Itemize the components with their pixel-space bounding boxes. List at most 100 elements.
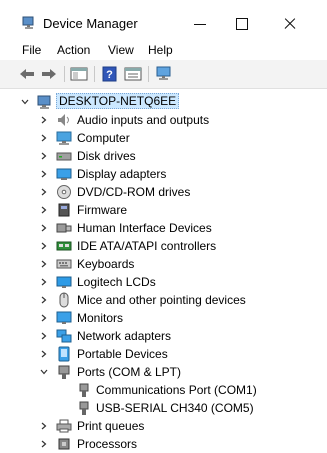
tree-item-label: Disk drives	[77, 149, 136, 163]
ide-controller-icon	[56, 238, 72, 254]
port-icon	[56, 364, 72, 380]
chevron-right-icon[interactable]	[40, 170, 48, 178]
tree-item-label: Monitors	[77, 311, 124, 325]
tree-item-dvd[interactable]: DVD/CD-ROM drives	[0, 183, 327, 201]
tree-item-logitech[interactable]: Logitech LCDs	[0, 273, 327, 291]
tree-item-audio[interactable]: Audio inputs and outputs	[0, 111, 327, 129]
menu-file[interactable]: File	[22, 43, 41, 57]
tree-item-keyboards[interactable]: Keyboards	[0, 255, 327, 273]
tree-root[interactable]: DESKTOP-NETQ6EE	[0, 93, 327, 111]
tree-item-label: USB-SERIAL CH340 (COM5)	[96, 401, 254, 415]
chevron-right-icon[interactable]	[40, 134, 48, 142]
tree-item-label: Portable Devices	[77, 347, 168, 361]
computer-name-label: DESKTOP-NETQ6EE	[56, 93, 180, 109]
toolbar-separator	[148, 66, 149, 82]
chevron-right-icon[interactable]	[40, 206, 48, 214]
dvd-drive-icon	[56, 184, 72, 200]
scan-hardware-changes-icon[interactable]	[155, 66, 173, 82]
lcd-monitor-icon	[56, 274, 72, 290]
chevron-right-icon[interactable]	[40, 350, 48, 358]
tree-item-label: Mice and other pointing devices	[77, 293, 246, 307]
menu-help[interactable]: Help	[148, 43, 173, 57]
chevron-right-icon[interactable]	[40, 152, 48, 160]
title-bar: Device Manager	[0, 0, 327, 38]
tree-item-print-queues[interactable]: Print queues	[0, 417, 327, 435]
chevron-right-icon[interactable]	[40, 242, 48, 250]
chevron-right-icon[interactable]	[40, 260, 48, 268]
monitor-icon	[56, 310, 72, 326]
tree-item-label: Processors	[77, 437, 138, 451]
menu-view[interactable]: View	[108, 43, 134, 57]
processor-icon	[56, 436, 72, 452]
printer-icon	[56, 418, 72, 434]
computer-icon	[56, 130, 72, 146]
tree-item-monitors[interactable]: Monitors	[0, 309, 327, 327]
chevron-down-icon[interactable]	[40, 368, 48, 376]
chevron-right-icon[interactable]	[40, 314, 48, 322]
chevron-right-icon[interactable]	[40, 224, 48, 232]
toolbar: ?	[0, 60, 327, 89]
tree-item-firmware[interactable]: Firmware	[0, 201, 327, 219]
tree-item-network[interactable]: Network adapters	[0, 327, 327, 345]
back-arrow-icon[interactable]	[18, 66, 36, 82]
hid-icon	[56, 220, 72, 236]
network-adapter-icon	[56, 328, 72, 344]
tree-item-label: Print queues	[77, 419, 145, 433]
tree-item-computer[interactable]: Computer	[0, 129, 327, 147]
close-button[interactable]	[266, 8, 312, 38]
svg-text:?: ?	[106, 69, 113, 81]
port-icon	[76, 382, 92, 398]
properties-icon[interactable]	[124, 66, 142, 82]
chevron-right-icon[interactable]	[40, 440, 48, 448]
tree-item-label: Ports (COM & LPT)	[77, 365, 182, 379]
tree-item-label: DVD/CD-ROM drives	[77, 185, 191, 199]
tree-item-ports[interactable]: Ports (COM & LPT)	[0, 363, 327, 381]
tree-item-label: Keyboards	[77, 257, 135, 271]
chevron-right-icon[interactable]	[40, 116, 48, 124]
device-manager-icon	[22, 16, 36, 30]
tree-item-portable[interactable]: Portable Devices	[0, 345, 327, 363]
firmware-chip-icon	[56, 202, 72, 218]
tree-item-disk-drives[interactable]: Disk drives	[0, 147, 327, 165]
maximize-button[interactable]	[220, 8, 266, 38]
speaker-icon	[56, 112, 72, 128]
chevron-right-icon[interactable]	[40, 188, 48, 196]
tree-child-com1[interactable]: Communications Port (COM1)	[0, 381, 327, 399]
tree-item-label: Display adapters	[77, 167, 167, 181]
keyboard-icon	[56, 256, 72, 272]
toolbar-separator	[94, 66, 95, 82]
tree-child-com5[interactable]: USB-SERIAL CH340 (COM5)	[0, 399, 327, 417]
tree-item-label: Computer	[77, 131, 130, 145]
menu-action[interactable]: Action	[57, 43, 90, 57]
tree-item-label: Logitech LCDs	[77, 275, 156, 289]
tree-item-ide[interactable]: IDE ATA/ATAPI controllers	[0, 237, 327, 255]
portable-device-icon	[56, 346, 72, 362]
chevron-down-icon[interactable]	[21, 98, 29, 106]
display-adapter-icon	[56, 166, 72, 182]
port-icon	[76, 400, 92, 416]
window-title: Device Manager	[43, 16, 138, 31]
mouse-icon	[56, 292, 72, 308]
chevron-right-icon[interactable]	[40, 332, 48, 340]
tree-item-label: Human Interface Devices	[77, 221, 212, 235]
tree-item-hid[interactable]: Human Interface Devices	[0, 219, 327, 237]
help-icon[interactable]: ?	[101, 66, 119, 82]
disk-drive-icon	[56, 148, 72, 164]
computer-icon	[37, 94, 53, 110]
tree-item-mice[interactable]: Mice and other pointing devices	[0, 291, 327, 309]
tree-item-label: Firmware	[77, 203, 127, 217]
chevron-right-icon[interactable]	[40, 296, 48, 304]
forward-arrow-icon[interactable]	[40, 66, 58, 82]
chevron-right-icon[interactable]	[40, 278, 48, 286]
chevron-right-icon[interactable]	[40, 422, 48, 430]
toolbar-separator	[64, 66, 65, 82]
tree-item-processors[interactable]: Processors	[0, 435, 327, 453]
tree-item-label: Communications Port (COM1)	[96, 383, 257, 397]
tree-item-label: IDE ATA/ATAPI controllers	[77, 239, 217, 253]
show-hide-console-tree-icon[interactable]	[70, 66, 88, 82]
tree-item-label: Network adapters	[77, 329, 172, 343]
tree-item-display-adapters[interactable]: Display adapters	[0, 165, 327, 183]
device-tree: DESKTOP-NETQ6EE Audio inputs and outputs…	[0, 89, 327, 451]
menu-bar: File Action View Help	[0, 38, 327, 60]
tree-item-label: Audio inputs and outputs	[77, 113, 210, 127]
